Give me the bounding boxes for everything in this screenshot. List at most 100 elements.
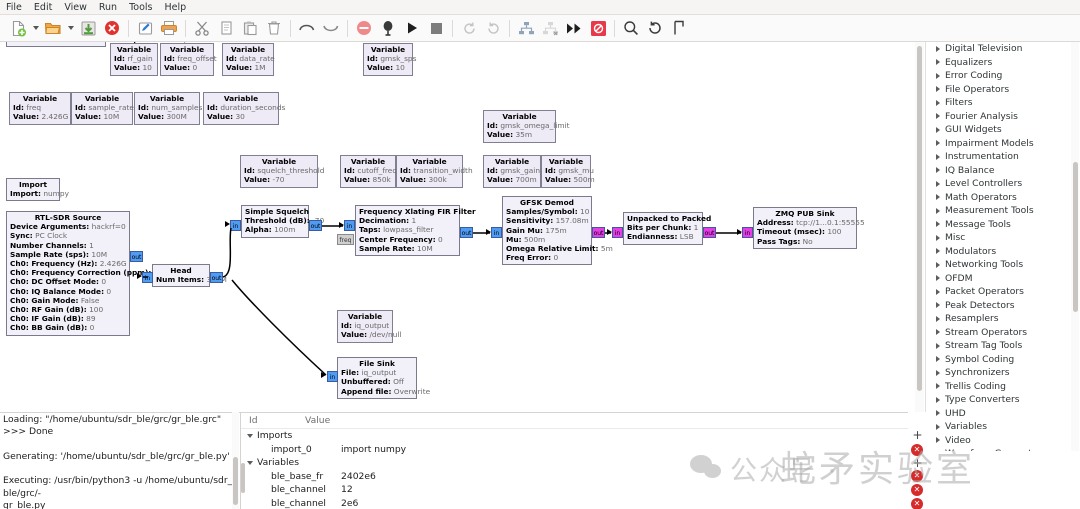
menu-view[interactable]: View xyxy=(63,0,88,15)
printer-icon[interactable] xyxy=(157,16,181,40)
sidebar-scrollbar[interactable] xyxy=(1071,42,1079,451)
save-icon[interactable] xyxy=(76,16,100,40)
block-var-squelch-threshold[interactable]: Variable Id: squelch_threshold Value: -7… xyxy=(240,155,324,188)
scissors-icon[interactable] xyxy=(190,16,214,40)
block-var-freq[interactable]: Variable Id: freq Value: 2.426G xyxy=(9,92,71,125)
tree-item-equalizers[interactable]: Equalizers xyxy=(926,56,1080,70)
block-var-gmsk-sps[interactable]: Variable Id: gmsk_sps Value: 10 xyxy=(363,43,416,76)
block-var-rf-gain[interactable]: Variable Id: rf_gain Value: 10 xyxy=(110,43,158,76)
tree-item-type-converters[interactable]: Type Converters xyxy=(926,393,1080,407)
tree-item-math-operators[interactable]: Math Operators xyxy=(926,191,1080,205)
port-zmq-in[interactable]: in xyxy=(742,227,753,238)
tree-item-file-operators[interactable]: File Operators xyxy=(926,83,1080,97)
port-squelch-out[interactable]: out xyxy=(309,220,322,231)
block-zmq-pub-sink[interactable]: ZMQ PUB Sink Address: tcp://1...0.1:5555… xyxy=(753,207,865,249)
redo-arrow-icon[interactable] xyxy=(319,16,343,40)
block-var-sample-rate[interactable]: Variable Id: sample_rate Value: 10M xyxy=(71,92,134,125)
block-var-data-rate[interactable]: Variable Id: data_rate Value: 1M xyxy=(222,43,275,76)
menu-help[interactable]: Help xyxy=(163,0,187,15)
tree-item-stream-operators[interactable]: Stream Operators xyxy=(926,326,1080,340)
tree-item-trellis-coding[interactable]: Trellis Coding xyxy=(926,380,1080,394)
tree-item-misc[interactable]: Misc xyxy=(926,231,1080,245)
block-head[interactable]: Head Num Items: 300M xyxy=(152,264,227,288)
undo-arrow-icon[interactable] xyxy=(295,16,319,40)
port-file-sink-in[interactable]: in xyxy=(327,371,338,382)
block-gfsk-demod[interactable]: GFSK Demod Samples/Symbol: 10 Sensitivit… xyxy=(502,196,613,266)
open-folder-icon[interactable] xyxy=(41,16,65,40)
port-head-in[interactable]: in xyxy=(142,272,153,283)
tree-item-ofdm[interactable]: OFDM xyxy=(926,272,1080,286)
tree-item-measurement-tools[interactable]: Measurement Tools xyxy=(926,204,1080,218)
port-fir-in[interactable]: in xyxy=(344,220,355,231)
port-u2p-in[interactable]: in xyxy=(612,227,623,238)
tree-item-resamplers[interactable]: Resamplers xyxy=(926,312,1080,326)
port-fir-out[interactable]: out xyxy=(460,227,473,238)
tree-item-uhd[interactable]: UHD xyxy=(926,407,1080,421)
open-recent-dropdown-chevron-down-icon[interactable] xyxy=(65,16,76,40)
hierarchy-x-icon[interactable] xyxy=(538,16,562,40)
tree-item-symbol-coding[interactable]: Symbol Coding xyxy=(926,353,1080,367)
variables-row-ble-base-fr[interactable]: ble_base_fr 2402e6 xyxy=(241,470,912,484)
tree-item-gui-widgets[interactable]: GUI Widgets xyxy=(926,123,1080,137)
block-file-sink[interactable]: File Sink File: iq_output Unbuffered: Of… xyxy=(337,357,430,399)
variables-row-import-0[interactable]: import_0 import numpy xyxy=(241,443,912,457)
tree-item-modulators[interactable]: Modulators xyxy=(926,245,1080,259)
tree-item-peak-detectors[interactable]: Peak Detectors xyxy=(926,299,1080,313)
balloon-icon[interactable] xyxy=(376,16,400,40)
block-var-gmsk-gain-mu[interactable]: Variable Id: gmsk_gain_mu Value: 700m xyxy=(483,155,556,188)
block-var-duration-seconds[interactable]: Variable Id: duration_seconds Value: 30 xyxy=(203,92,285,125)
tree-item-synchronizers[interactable]: Synchronizers xyxy=(926,366,1080,380)
paste-icon[interactable] xyxy=(238,16,262,40)
refresh-icon[interactable] xyxy=(643,16,667,40)
variables-row-ble-channel[interactable]: ble_channel 12 xyxy=(241,483,912,497)
options-block[interactable]: Generate Options: No GUI Run Options: Pr… xyxy=(6,42,220,48)
tree-item-error-coding[interactable]: Error Coding xyxy=(926,69,1080,83)
magnifier-icon[interactable] xyxy=(619,16,643,40)
port-gfsk-out[interactable]: out xyxy=(592,227,605,238)
error-badge-icon[interactable]: ✕ xyxy=(911,444,923,456)
block-var-num-samples[interactable]: Variable Id: num_samples Value: 300M xyxy=(134,92,202,125)
variables-group-imports[interactable]: Imports xyxy=(241,429,912,443)
console-scrollbar[interactable] xyxy=(232,412,239,509)
port-u2p-out[interactable]: out xyxy=(703,227,716,238)
flag-icon[interactable] xyxy=(667,16,691,40)
tree-item-impairment-models[interactable]: Impairment Models xyxy=(926,137,1080,151)
tree-item-fourier-analysis[interactable]: Fourier Analysis xyxy=(926,110,1080,124)
tree-item-waveform-generators[interactable]: Waveform Generators xyxy=(926,447,1080,451)
menu-file[interactable]: File xyxy=(5,0,23,15)
block-var-iq-output[interactable]: Variable Id: iq_output Value: /dev/null xyxy=(337,310,402,343)
close-circle-icon[interactable] xyxy=(100,16,124,40)
tree-item-packet-operators[interactable]: Packet Operators xyxy=(926,285,1080,299)
flowgraph-canvas[interactable]: Generate Options: No GUI Run Options: Pr… xyxy=(0,42,925,412)
tree-item-stream-tag-tools[interactable]: Stream Tag Tools xyxy=(926,339,1080,353)
stop-icon[interactable] xyxy=(424,16,448,40)
tree-item-message-tools[interactable]: Message Tools xyxy=(926,218,1080,232)
rotate-ccw-icon[interactable] xyxy=(457,16,481,40)
variables-group-variables[interactable]: Variables xyxy=(241,456,912,470)
play-icon[interactable] xyxy=(400,16,424,40)
pencil-icon[interactable] xyxy=(133,16,157,40)
expand-plus-marker-2[interactable]: + xyxy=(912,457,923,469)
port-head-out[interactable]: out xyxy=(210,272,223,283)
block-var-gmsk-mu[interactable]: Variable Id: gmsk_mu Value: 500m xyxy=(541,155,595,188)
block-var-cutoff-freq[interactable]: Variable Id: cutoff_freq Value: 850k xyxy=(340,155,397,188)
error-square-icon[interactable] xyxy=(586,16,610,40)
block-import-numpy[interactable]: Import Import: numpy xyxy=(6,178,69,202)
tree-item-filters[interactable]: Filters xyxy=(926,96,1080,110)
variables-panel[interactable]: Id Value Imports import_0 import numpy V… xyxy=(240,412,912,509)
menu-tools[interactable]: Tools xyxy=(128,0,153,15)
error-badge-icon[interactable]: ✕ xyxy=(911,498,923,509)
block-rtl-sdr-source[interactable]: RTL-SDR Source Device Arguments: hackrf=… xyxy=(6,211,158,336)
port-rtl-sdr-out[interactable]: out xyxy=(130,251,143,262)
rotate-cw-icon[interactable] xyxy=(481,16,505,40)
block-unpacked-to-packed[interactable]: Unpacked to Packed Bits per Chunk: 1 End… xyxy=(623,212,711,245)
port-squelch-in[interactable]: in xyxy=(230,220,241,231)
tree-item-level-controllers[interactable]: Level Controllers xyxy=(926,177,1080,191)
variables-scroll-thumb[interactable] xyxy=(241,463,245,493)
block-var-transition-width[interactable]: Variable Id: transition_width Value: 300… xyxy=(396,155,473,188)
tree-item-video[interactable]: Video xyxy=(926,434,1080,448)
block-simple-squelch[interactable]: Simple Squelch Threshold (dB): -70 Alpha… xyxy=(241,205,324,238)
new-file-dropdown-chevron-down-icon[interactable] xyxy=(30,16,41,40)
expand-plus-marker[interactable]: + xyxy=(912,429,923,441)
console-output-pane[interactable]: Loading: "/home/ubuntu/sdr_ble/grc/gr_bl… xyxy=(0,412,240,509)
